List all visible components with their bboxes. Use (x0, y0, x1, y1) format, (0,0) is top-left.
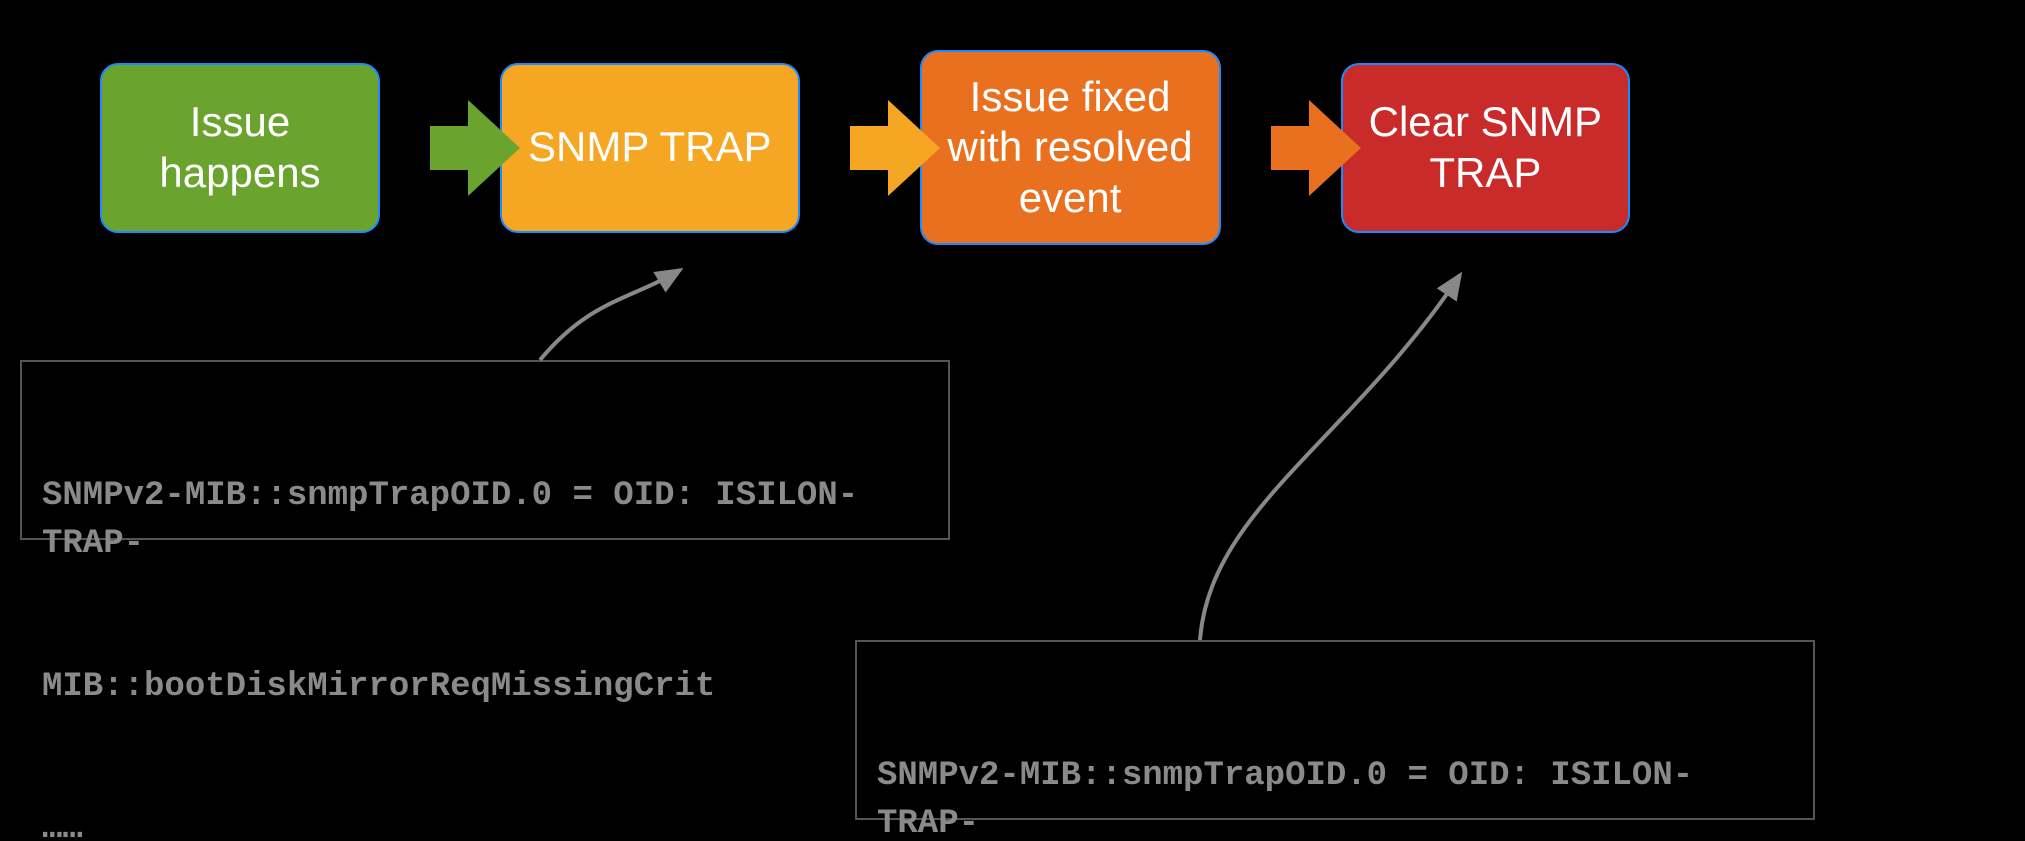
arrow-1 (395, 98, 485, 198)
arrow-2 (815, 98, 905, 198)
arrow-3 (1236, 98, 1326, 198)
code-line: …… (42, 806, 928, 841)
code-line: SNMPv2-MIB::snmpTrapOID.0 = OID: ISILON-… (877, 753, 1793, 841)
flow-row: Issuehappens SNMP TRAP Issue fixedwith r… (100, 50, 1630, 245)
flow-step-clear-snmp-trap: Clear SNMPTRAP (1341, 63, 1630, 233)
flow-step-label: Issue fixedwith resolvedevent (948, 72, 1193, 223)
flow-step-label: SNMP TRAP (528, 122, 772, 172)
flow-step-label: Issuehappens (159, 97, 320, 198)
flow-step-issue-fixed: Issue fixedwith resolvedevent (920, 50, 1221, 245)
diagram-canvas: Issuehappens SNMP TRAP Issue fixedwith r… (0, 0, 2025, 841)
snmp-trap-code-box: SNMPv2-MIB::snmpTrapOID.0 = OID: ISILON-… (20, 360, 950, 540)
flow-step-label: Clear SNMPTRAP (1369, 97, 1602, 198)
flow-step-issue-happens: Issuehappens (100, 63, 380, 233)
code-line: MIB::bootDiskMirrorReqMissingCrit (42, 664, 928, 712)
clear-snmp-trap-code-box: SNMPv2-MIB::snmpTrapOID.0 = OID: ISILON-… (855, 640, 1815, 820)
code-line: SNMPv2-MIB::snmpTrapOID.0 = OID: ISILON-… (42, 473, 928, 568)
flow-step-snmp-trap: SNMP TRAP (500, 63, 800, 233)
